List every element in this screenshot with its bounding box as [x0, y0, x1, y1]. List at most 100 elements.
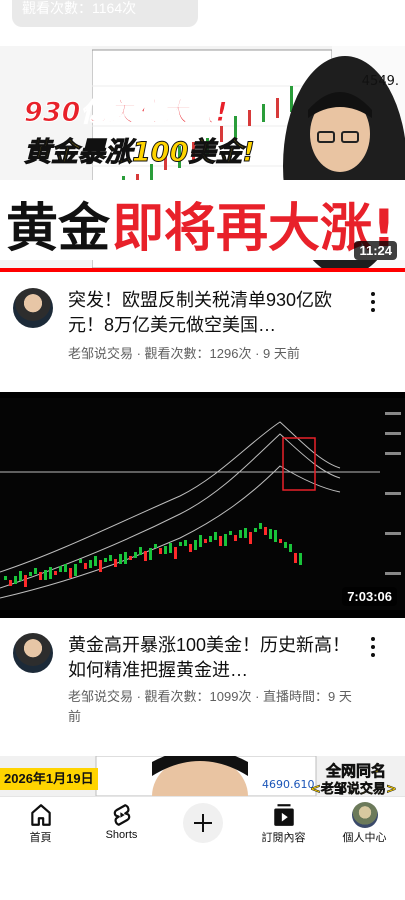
home-icon	[30, 804, 51, 826]
create-icon	[193, 814, 212, 832]
candle	[229, 531, 232, 535]
candle	[164, 546, 167, 554]
candle	[244, 528, 247, 538]
candle	[264, 527, 267, 535]
candle	[284, 542, 287, 548]
candle	[99, 560, 102, 572]
date-text: 2026年1月19日	[4, 771, 94, 786]
thumbnail-banner-red: 即将再大涨!	[112, 199, 396, 259]
candle	[129, 556, 132, 560]
watch-progress-bar	[0, 268, 405, 272]
thumbnail-tag-2: <老邹说交易>	[310, 782, 397, 796]
dot-icon	[371, 637, 375, 641]
candle	[169, 543, 172, 553]
candle	[179, 542, 182, 546]
candle	[149, 548, 152, 560]
duration-badge: 7:03:06	[342, 587, 397, 606]
subscriptions-icon	[273, 804, 294, 826]
nav-subscriptions-label: 訂閱內容	[261, 832, 306, 844]
candle	[134, 552, 137, 558]
create-button[interactable]	[182, 803, 223, 843]
channel-avatar[interactable]	[13, 288, 53, 328]
candle	[79, 559, 82, 563]
candle	[194, 540, 197, 550]
candle	[59, 566, 62, 572]
nav-shorts-label: Shorts	[105, 829, 138, 841]
nav-subscriptions[interactable]: 訂閱內容	[243, 797, 324, 853]
candle	[289, 544, 292, 552]
candle	[14, 576, 17, 584]
candle	[109, 555, 112, 561]
candle	[104, 558, 107, 562]
more-options-button[interactable]	[363, 635, 383, 659]
nav-create[interactable]	[162, 797, 243, 853]
watch-progress-fill	[0, 268, 405, 272]
candle	[254, 528, 257, 532]
video-title[interactable]: 黄金高开暴涨100美金！历史新高！如何精准把握黄金进…	[68, 633, 358, 683]
candle	[54, 571, 57, 575]
candle	[209, 536, 212, 542]
thumbnail-price-label: 4549.	[361, 74, 399, 89]
duration-badge: 11:24	[354, 241, 397, 260]
candle	[299, 553, 302, 565]
candle	[154, 544, 157, 548]
video-thumbnail-2[interactable]: 7:03:06	[0, 392, 405, 618]
candle	[199, 535, 202, 547]
candle	[9, 580, 12, 586]
video-title[interactable]: 突发！欧盟反制关税清单930亿欧元！8万亿美元做空美国…	[68, 288, 358, 338]
bottom-navigation: 首頁 Shorts 訂閱內容 個人中心	[0, 796, 405, 853]
candle	[259, 523, 262, 529]
candle	[89, 560, 92, 568]
thumbnail-headline-1: 930亿关税大战!	[24, 97, 229, 129]
candle	[239, 530, 242, 538]
video-meta-1: 突发！欧盟反制关税清单930亿欧元！8万亿美元做空美国… 老邹说交易 · 觀看次…	[0, 286, 405, 376]
shorts-icon	[113, 804, 130, 826]
candle	[69, 568, 72, 578]
candle	[224, 534, 227, 546]
nav-profile-label: 個人中心	[342, 832, 387, 844]
candle	[19, 571, 22, 581]
view-count-chip: 觀看次數：1164次	[12, 0, 198, 27]
video-thumbnail-1[interactable]: 4549. 930亿关税大战! 黄金暴涨100美金! 黄金 即将再大涨! 11:…	[0, 46, 405, 272]
candlestick-chart-graphic	[0, 398, 405, 610]
candle	[94, 556, 97, 566]
candle	[234, 535, 237, 541]
candle	[49, 567, 52, 579]
nav-profile[interactable]: 個人中心	[324, 797, 405, 853]
date-badge: 2026年1月19日	[0, 768, 98, 790]
candle	[4, 576, 7, 580]
candle	[29, 572, 32, 576]
dot-icon	[371, 645, 375, 649]
video-channel-line: 老邹说交易 · 觀看次數：1099次 · 直播時間：9 天前	[68, 689, 352, 724]
candle	[39, 572, 42, 580]
profile-avatar-icon	[351, 802, 378, 828]
candle	[159, 548, 162, 554]
candle	[274, 530, 277, 542]
dot-icon	[371, 308, 375, 312]
thumbnail-headline-2: 黄金暴涨100美金!	[24, 137, 256, 169]
candle	[139, 547, 142, 555]
candle	[114, 559, 117, 567]
dot-icon	[371, 653, 375, 657]
candle	[144, 551, 147, 561]
thumbnail-banner-black: 黄金	[6, 199, 111, 259]
candle	[64, 564, 67, 572]
video-thumbnail-3[interactable]: 2026年1月19日 4690.610 全网同名 <老邹说交易>	[0, 756, 405, 796]
nav-shorts[interactable]: Shorts	[81, 797, 162, 853]
channel-avatar[interactable]	[13, 633, 53, 673]
view-count-text: 觀看次數：1164次	[22, 0, 137, 16]
nav-home[interactable]: 首頁	[0, 797, 81, 853]
candle	[219, 536, 222, 546]
candle	[269, 529, 272, 539]
more-options-button[interactable]	[363, 290, 383, 314]
candle	[204, 539, 207, 543]
dot-icon	[371, 292, 375, 296]
candle	[294, 553, 297, 563]
thumbnail-banner: 黄金 即将再大涨!	[0, 180, 405, 260]
nav-home-label: 首頁	[29, 832, 52, 844]
video-channel-line: 老邹说交易 · 觀看次數：1296次 · 9 天前	[68, 346, 300, 361]
candle	[124, 552, 127, 564]
candle	[214, 532, 217, 540]
candle	[119, 554, 122, 564]
candle	[189, 544, 192, 552]
